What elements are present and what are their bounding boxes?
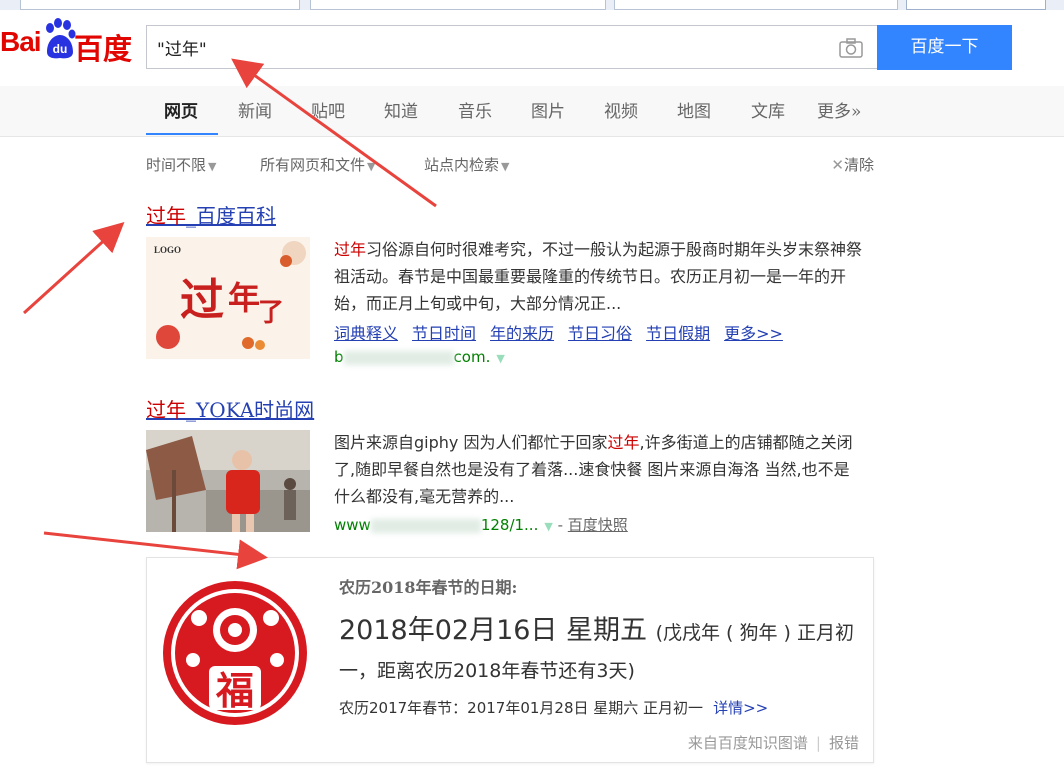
snippet-text: 图片来源自giphy 因为人们都忙于回家: [334, 433, 608, 452]
time-filter[interactable]: 时间不限 ▼: [146, 154, 216, 175]
browser-tab[interactable]: [20, 0, 300, 10]
title-rest: _YOKA时尚网: [186, 398, 315, 422]
tab-news[interactable]: 新闻: [238, 97, 272, 122]
svg-text:年: 年: [228, 279, 260, 317]
site-filter[interactable]: 站点内检索 ▼: [424, 154, 509, 175]
url-end: com.: [453, 348, 491, 366]
festival-date-detail: (戊戌年 ( 狗年 ) 正月初: [655, 622, 855, 644]
tab-images[interactable]: 图片: [531, 97, 565, 122]
logo-text-baidu: 百度: [74, 34, 133, 66]
clear-filters-label: 清除: [843, 156, 874, 174]
tab-zhidao[interactable]: 知道: [384, 97, 418, 122]
result-title-baike[interactable]: 过年_百度百科: [146, 200, 276, 229]
svg-text:过: 过: [180, 275, 224, 326]
snapshot-link[interactable]: 百度快照: [568, 516, 628, 534]
previous-festival-text: 农历2017年春节：2017年01月28日 星期六 正月初一: [339, 699, 704, 717]
annotation-arrow-title: [22, 221, 125, 315]
card-countdown: 一，距离农历2018年春节还有3天): [339, 660, 635, 682]
filetype-filter[interactable]: 所有网页和文件 ▼: [260, 154, 375, 175]
result-title-yoka[interactable]: 过年_YOKA时尚网: [146, 394, 314, 423]
result-thumbnail[interactable]: LOGO 过 年 了: [146, 237, 310, 359]
url-end: 128/1...: [480, 516, 539, 534]
clear-filters-button[interactable]: ✕清除: [831, 154, 874, 175]
card-heading: 农历2018年春节的日期:: [339, 578, 518, 597]
dropdown-triangle-icon[interactable]: ▼: [496, 352, 504, 365]
festival-date: 2018年02月16日 星期五: [339, 615, 648, 646]
url-blurred: [343, 350, 454, 365]
sublink-dictionary[interactable]: 词典释义: [334, 324, 398, 343]
search-filters: 时间不限 ▼ 所有网页和文件 ▼ 站点内检索 ▼ ✕清除: [146, 154, 874, 176]
card-source: 来自百度知识图谱 | 报错: [688, 732, 859, 753]
annotation-arrow-card: [43, 531, 268, 570]
title-highlight: 过年: [146, 204, 186, 228]
result-url[interactable]: b com. ▼: [334, 348, 505, 366]
browser-tab-strip: [0, 0, 1064, 10]
dropdown-triangle-icon: ▼: [208, 160, 217, 173]
svg-text:du: du: [53, 42, 68, 56]
result-snippet: 图片来源自giphy 因为人们都忙于回家过年,许多街道上的店铺都随之关闭了,随即…: [334, 429, 864, 510]
filetype-filter-label: 所有网页和文件: [260, 156, 366, 174]
tab-more[interactable]: 更多»: [817, 97, 861, 122]
result-thumbnail[interactable]: [146, 430, 310, 532]
url-blurred: [370, 518, 481, 533]
svg-text:了: 了: [258, 298, 284, 328]
sublink-holiday[interactable]: 节日假期: [646, 324, 710, 343]
logo-text-bai: Bai: [0, 26, 42, 57]
spring-festival-card: 福 农历2018年春节的日期: 2018年02月16日 星期五 (戊戌年 ( 狗…: [146, 557, 874, 763]
tab-tieba[interactable]: 贴吧: [311, 97, 345, 122]
tab-webpage[interactable]: 网页: [164, 97, 198, 122]
street-photo-image: [146, 430, 310, 532]
search-box: [146, 25, 878, 69]
sublink-festival-time[interactable]: 节日时间: [412, 324, 476, 343]
vertical-nav: 网页 新闻 贴吧 知道 音乐 图片 视频 地图 文库 更多»: [0, 86, 1064, 137]
dropdown-triangle-icon: ▼: [367, 160, 376, 173]
sublink-customs[interactable]: 节日习俗: [568, 324, 632, 343]
snippet-text: 习俗源自何时很难考究，不过一般认为起源于殷商时期年头岁末祭神祭祖活动。春节是中国…: [334, 240, 863, 313]
new-year-poster-image: LOGO 过 年 了: [146, 237, 310, 359]
sublink-origin[interactable]: 年的来历: [490, 324, 554, 343]
snippet-highlight: 过年: [607, 433, 640, 452]
report-error-link[interactable]: 报错: [829, 734, 859, 752]
dropdown-triangle-icon[interactable]: ▼: [544, 520, 552, 533]
camera-icon[interactable]: [839, 38, 863, 58]
tab-music[interactable]: 音乐: [458, 97, 492, 122]
title-rest: _百度百科: [186, 204, 276, 228]
active-tab-underline: [146, 133, 218, 135]
tab-video[interactable]: 视频: [604, 97, 638, 122]
baidu-paw-icon: du: [46, 18, 76, 59]
time-filter-label: 时间不限: [146, 156, 207, 174]
card-date: 2018年02月16日 星期五 (戊戌年 ( 狗年 ) 正月初: [339, 608, 854, 647]
site-filter-label: 站点内检索: [424, 156, 500, 174]
fu-papercut-seal: 福: [163, 581, 307, 725]
knowledge-graph-source[interactable]: 来自百度知识图谱: [688, 734, 808, 752]
browser-tab[interactable]: [310, 0, 606, 10]
dropdown-triangle-icon: ▼: [501, 160, 510, 173]
browser-tab[interactable]: [614, 0, 898, 10]
sublink-more[interactable]: 更多>>: [724, 324, 783, 343]
result-sublinks: 词典释义 节日时间 年的来历 节日习俗 节日假期 更多>>: [334, 320, 797, 344]
tab-wenku[interactable]: 文库: [751, 97, 785, 122]
result-url[interactable]: www 128/1... ▼ - 百度快照: [334, 514, 628, 535]
search-button[interactable]: 百度一下: [877, 25, 1012, 70]
close-icon: ✕: [831, 156, 844, 174]
separator: |: [815, 734, 821, 752]
snippet-highlight: 过年: [334, 240, 367, 259]
svg-text:LOGO: LOGO: [154, 245, 181, 255]
title-highlight: 过年: [146, 398, 186, 422]
result-snippet: 过年习俗源自何时很难考究，不过一般认为起源于殷商时期年头岁末祭神祭祖活动。春节是…: [334, 236, 864, 317]
card-previous-year: 农历2017年春节：2017年01月28日 星期六 正月初一 详情>>: [339, 697, 768, 718]
tab-map[interactable]: 地图: [677, 97, 711, 122]
url-start: www: [334, 516, 371, 534]
baidu-logo[interactable]: Bai du 百度: [0, 16, 134, 66]
search-input[interactable]: [147, 26, 847, 68]
browser-tab-active[interactable]: [906, 0, 1046, 10]
url-start: b: [334, 348, 344, 366]
svg-text:福: 福: [215, 668, 254, 713]
detail-link[interactable]: 详情>>: [713, 699, 768, 717]
